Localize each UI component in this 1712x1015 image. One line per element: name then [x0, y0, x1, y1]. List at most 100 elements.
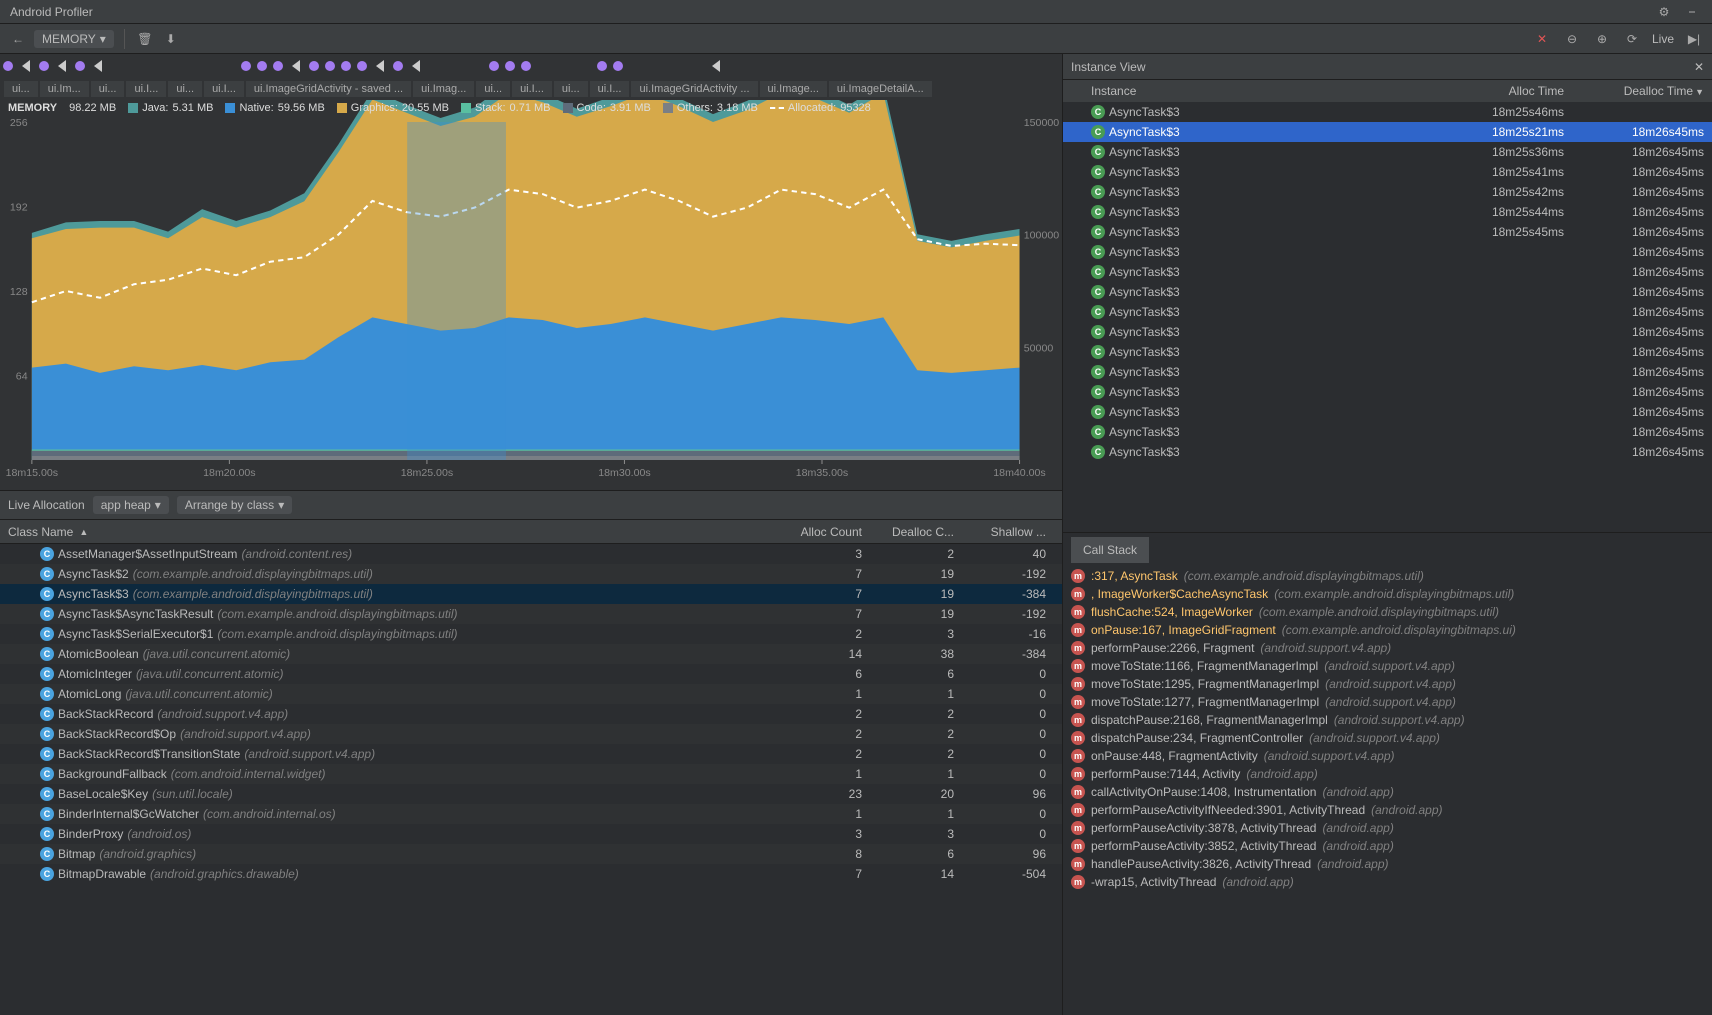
- stack-frame[interactable]: mperformPause:7144, Activity (android.ap…: [1063, 765, 1712, 783]
- activity-tab[interactable]: ui.I...: [590, 81, 630, 97]
- callstack-tab[interactable]: Call Stack: [1071, 537, 1149, 563]
- stack-frame[interactable]: mdispatchPause:234, FragmentController (…: [1063, 729, 1712, 747]
- close-icon[interactable]: ✕: [1694, 60, 1704, 74]
- instance-row[interactable]: CAsyncTask$3 18m25s41ms 18m26s45ms: [1063, 162, 1712, 182]
- class-row[interactable]: CAtomicLong (java.util.concurrent.atomic…: [0, 684, 1062, 704]
- stack-frame[interactable]: mmoveToState:1295, FragmentManagerImpl (…: [1063, 675, 1712, 693]
- minimize-icon[interactable]: ⎯: [1682, 2, 1702, 22]
- go-live-icon[interactable]: ▶|: [1684, 29, 1704, 49]
- close-red-icon[interactable]: ✕: [1532, 29, 1552, 49]
- dealloc-time: 18m26s45ms: [1564, 165, 1704, 179]
- code-label: Code:: [577, 102, 606, 114]
- activity-tab[interactable]: ui.I...: [126, 81, 166, 97]
- header-instance[interactable]: Instance: [1071, 84, 1424, 98]
- class-row[interactable]: CBackStackRecord$Op (android.support.v4.…: [0, 724, 1062, 744]
- activity-tab[interactable]: ui...: [168, 81, 202, 97]
- class-row[interactable]: CBitmapDrawable (android.graphics.drawab…: [0, 864, 1062, 884]
- stack-frame[interactable]: m-wrap15, ActivityThread (android.app): [1063, 873, 1712, 891]
- reset-zoom-icon[interactable]: ⟳: [1622, 29, 1642, 49]
- header-alloc-time[interactable]: Alloc Time: [1424, 84, 1564, 98]
- instance-row[interactable]: CAsyncTask$3 18m26s45ms: [1063, 422, 1712, 442]
- activity-tab[interactable]: ui...: [91, 81, 125, 97]
- stack-frame[interactable]: m, ImageWorker$CacheAsyncTask (com.examp…: [1063, 585, 1712, 603]
- class-row[interactable]: CAsyncTask$SerialExecutor$1 (com.example…: [0, 624, 1062, 644]
- activity-tab[interactable]: ui.I...: [512, 81, 552, 97]
- header-alloc-count[interactable]: Alloc Count: [778, 525, 870, 539]
- memory-dropdown[interactable]: MEMORY ▾: [34, 30, 114, 48]
- zoom-in-icon[interactable]: ⊕: [1592, 29, 1612, 49]
- instance-row[interactable]: CAsyncTask$3 18m26s45ms: [1063, 342, 1712, 362]
- stack-frame[interactable]: mcallActivityOnPause:1408, Instrumentati…: [1063, 783, 1712, 801]
- stack-frame[interactable]: mmoveToState:1277, FragmentManagerImpl (…: [1063, 693, 1712, 711]
- activity-tab[interactable]: ui...: [4, 81, 38, 97]
- instance-row[interactable]: CAsyncTask$3 18m26s45ms: [1063, 282, 1712, 302]
- activity-tab[interactable]: ui.Im...: [40, 81, 89, 97]
- stack-frame[interactable]: mdispatchPause:2168, FragmentManagerImpl…: [1063, 711, 1712, 729]
- class-row[interactable]: CAsyncTask$2 (com.example.android.displa…: [0, 564, 1062, 584]
- class-row[interactable]: CAsyncTask$3 (com.example.android.displa…: [0, 584, 1062, 604]
- trash-icon[interactable]: 🗑: [135, 29, 155, 49]
- instance-row[interactable]: CAsyncTask$3 18m26s45ms: [1063, 362, 1712, 382]
- allocated-swatch: [770, 107, 784, 109]
- stack-frame[interactable]: mflushCache:524, ImageWorker (com.exampl…: [1063, 603, 1712, 621]
- activity-tab[interactable]: ui.I...: [204, 81, 244, 97]
- back-icon[interactable]: ←: [8, 29, 28, 49]
- activity-tab[interactable]: ui.Imag...: [413, 81, 474, 97]
- class-row[interactable]: CAtomicBoolean (java.util.concurrent.ato…: [0, 644, 1062, 664]
- stack-frame[interactable]: monPause:167, ImageGridFragment (com.exa…: [1063, 621, 1712, 639]
- stack-frame[interactable]: mhandlePauseActivity:3826, ActivityThrea…: [1063, 855, 1712, 873]
- instance-row[interactable]: CAsyncTask$3 18m26s45ms: [1063, 382, 1712, 402]
- class-row[interactable]: CBackgroundFallback (com.android.interna…: [0, 764, 1062, 784]
- class-row[interactable]: CAtomicInteger (java.util.concurrent.ato…: [0, 664, 1062, 684]
- arrange-dropdown[interactable]: Arrange by class▾: [177, 496, 292, 514]
- stack-frame[interactable]: mperformPauseActivity:3852, ActivityThre…: [1063, 837, 1712, 855]
- heap-dropdown[interactable]: app heap▾: [93, 496, 169, 514]
- class-row[interactable]: CBitmap (android.graphics) 8 6 96: [0, 844, 1062, 864]
- instance-row[interactable]: CAsyncTask$3 18m25s21ms 18m26s45ms: [1063, 122, 1712, 142]
- stack-frame[interactable]: mperformPauseActivityIfNeeded:3901, Acti…: [1063, 801, 1712, 819]
- dump-heap-icon[interactable]: ⬇: [161, 29, 181, 49]
- class-row[interactable]: CBinderInternal$GcWatcher (com.android.i…: [0, 804, 1062, 824]
- class-row[interactable]: CBaseLocale$Key (sun.util.locale) 23 20 …: [0, 784, 1062, 804]
- dealloc-time: 18m26s45ms: [1564, 365, 1704, 379]
- instance-icon: C: [1091, 285, 1105, 299]
- class-package: (android.content.res): [241, 547, 352, 561]
- header-shallow[interactable]: Shallow ...: [962, 525, 1054, 539]
- activity-tab[interactable]: ui.Image...: [760, 81, 827, 97]
- activity-tab[interactable]: ui.ImageGridActivity ...: [631, 81, 757, 97]
- instance-row[interactable]: CAsyncTask$3 18m26s45ms: [1063, 262, 1712, 282]
- instance-row[interactable]: CAsyncTask$3 18m25s45ms 18m26s45ms: [1063, 222, 1712, 242]
- class-row[interactable]: CBinderProxy (android.os) 3 3 0: [0, 824, 1062, 844]
- stack-frame[interactable]: mperformPauseActivity:3878, ActivityThre…: [1063, 819, 1712, 837]
- stack-frame[interactable]: monPause:448, FragmentActivity (android.…: [1063, 747, 1712, 765]
- class-row[interactable]: CAsyncTask$AsyncTaskResult (com.example.…: [0, 604, 1062, 624]
- activity-tabs: ui...ui.Im...ui...ui.I...ui...ui.I...ui.…: [0, 78, 1062, 100]
- activity-tab[interactable]: ui.ImageGridActivity - saved ...: [246, 81, 411, 97]
- class-row[interactable]: CBackStackRecord$TransitionState (androi…: [0, 744, 1062, 764]
- instance-row[interactable]: CAsyncTask$3 18m26s45ms: [1063, 402, 1712, 422]
- header-dealloc-time[interactable]: Dealloc Time▼: [1564, 84, 1704, 98]
- activity-tab[interactable]: ui.ImageDetailA...: [829, 81, 932, 97]
- instance-row[interactable]: CAsyncTask$3 18m25s36ms 18m26s45ms: [1063, 142, 1712, 162]
- activity-tab[interactable]: ui...: [476, 81, 510, 97]
- dealloc-time: 18m26s45ms: [1564, 305, 1704, 319]
- stack-frame[interactable]: mmoveToState:1166, FragmentManagerImpl (…: [1063, 657, 1712, 675]
- instance-row[interactable]: CAsyncTask$3 18m26s45ms: [1063, 242, 1712, 262]
- gear-icon[interactable]: ⚙: [1654, 2, 1674, 22]
- class-row[interactable]: CBackStackRecord (android.support.v4.app…: [0, 704, 1062, 724]
- instance-row[interactable]: CAsyncTask$3 18m26s45ms: [1063, 442, 1712, 462]
- instance-row[interactable]: CAsyncTask$3 18m25s46ms: [1063, 102, 1712, 122]
- class-package: (java.util.concurrent.atomic): [125, 687, 272, 701]
- activity-tab[interactable]: ui...: [554, 81, 588, 97]
- header-class-name[interactable]: Class Name▲: [8, 525, 778, 539]
- class-row[interactable]: CAssetManager$AssetInputStream (android.…: [0, 544, 1062, 564]
- zoom-out-icon[interactable]: ⊖: [1562, 29, 1582, 49]
- stack-frame[interactable]: mperformPause:2266, Fragment (android.su…: [1063, 639, 1712, 657]
- instance-row[interactable]: CAsyncTask$3 18m26s45ms: [1063, 322, 1712, 342]
- instance-row[interactable]: CAsyncTask$3 18m25s42ms 18m26s45ms: [1063, 182, 1712, 202]
- memory-chart[interactable]: MEMORY 98.22 MB Java:5.31 MB Native:59.5…: [0, 100, 1062, 490]
- header-dealloc-count[interactable]: Dealloc C...: [870, 525, 962, 539]
- stack-frame[interactable]: m:317, AsyncTask (com.example.android.di…: [1063, 567, 1712, 585]
- instance-row[interactable]: CAsyncTask$3 18m25s44ms 18m26s45ms: [1063, 202, 1712, 222]
- instance-row[interactable]: CAsyncTask$3 18m26s45ms: [1063, 302, 1712, 322]
